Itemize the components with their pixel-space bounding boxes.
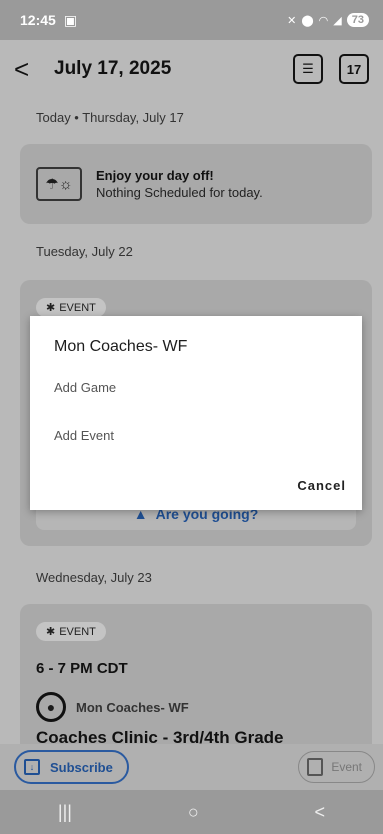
event-chip: ✱ EVENT: [36, 622, 106, 641]
add-game-option[interactable]: Add Game: [54, 380, 116, 395]
add-item-dialog: Mon Coaches- WF Add Game Add Event Cance…: [30, 316, 362, 510]
cancel-button[interactable]: Cancel: [297, 478, 346, 493]
day-off-subtitle: Nothing Scheduled for today.: [96, 185, 263, 200]
subscribe-button[interactable]: ↓ Subscribe: [14, 750, 129, 784]
club-row: ● Mon Coaches- WF: [36, 692, 189, 722]
clock: 12:45: [20, 12, 56, 28]
system-nav-bar: ||| ○ <: [0, 790, 383, 834]
location-icon: ⬤: [301, 14, 314, 27]
status-bar: 12:45 ▣ ✕ ⬤ ◠ ◢ 73: [0, 0, 383, 40]
day-header-today: Today • Thursday, July 17: [36, 110, 184, 125]
back-arrow-icon[interactable]: <: [14, 54, 50, 85]
day-off-calendar-icon: ☂☼: [36, 167, 82, 201]
add-event-option[interactable]: Add Event: [54, 428, 114, 443]
day-header-tuesday: Tuesday, July 22: [36, 244, 133, 259]
list-view-icon[interactable]: ☰: [293, 54, 323, 84]
event-add-icon: [307, 758, 324, 776]
event-title: Coaches Clinic - 3rd/4th Grade: [36, 728, 284, 744]
battery-icon: 73: [346, 13, 369, 27]
signal-icon: ◢: [333, 14, 342, 27]
mute-icon: ✕: [287, 14, 297, 27]
event-card-wednesday[interactable]: ✱ EVENT 6 - 7 PM CDT ● Mon Coaches- WF C…: [20, 604, 372, 744]
event-time: 6 - 7 PM CDT: [36, 660, 128, 677]
add-event-button[interactable]: Event: [298, 751, 375, 783]
dialog-title: Mon Coaches- WF: [54, 338, 188, 355]
screenshot-icon: ▣: [63, 11, 78, 28]
page-title: July 17, 2025: [54, 58, 172, 79]
wifi-icon: ◠: [318, 14, 329, 27]
club-name: Mon Coaches- WF: [76, 699, 189, 715]
calendar-today-icon[interactable]: 17: [339, 54, 369, 84]
party-icon: ✱: [46, 626, 56, 638]
event-chip: ✱ EVENT: [36, 298, 106, 317]
day-off-card: ☂☼ Enjoy your day off! Nothing Scheduled…: [20, 144, 372, 224]
recents-icon[interactable]: |||: [58, 802, 72, 823]
bottom-action-bar: ↓ Subscribe Event: [0, 744, 383, 790]
party-icon: ✱: [46, 302, 56, 314]
day-off-title: Enjoy your day off!: [96, 168, 214, 183]
soccer-ball-icon: ●: [36, 692, 66, 722]
home-icon[interactable]: ○: [188, 802, 199, 823]
app-bar: < July 17, 2025 ☰ 17: [0, 40, 383, 98]
calendar-download-icon: ↓: [24, 759, 40, 775]
day-header-wednesday: Wednesday, July 23: [36, 570, 152, 585]
nav-back-icon[interactable]: <: [315, 802, 326, 823]
